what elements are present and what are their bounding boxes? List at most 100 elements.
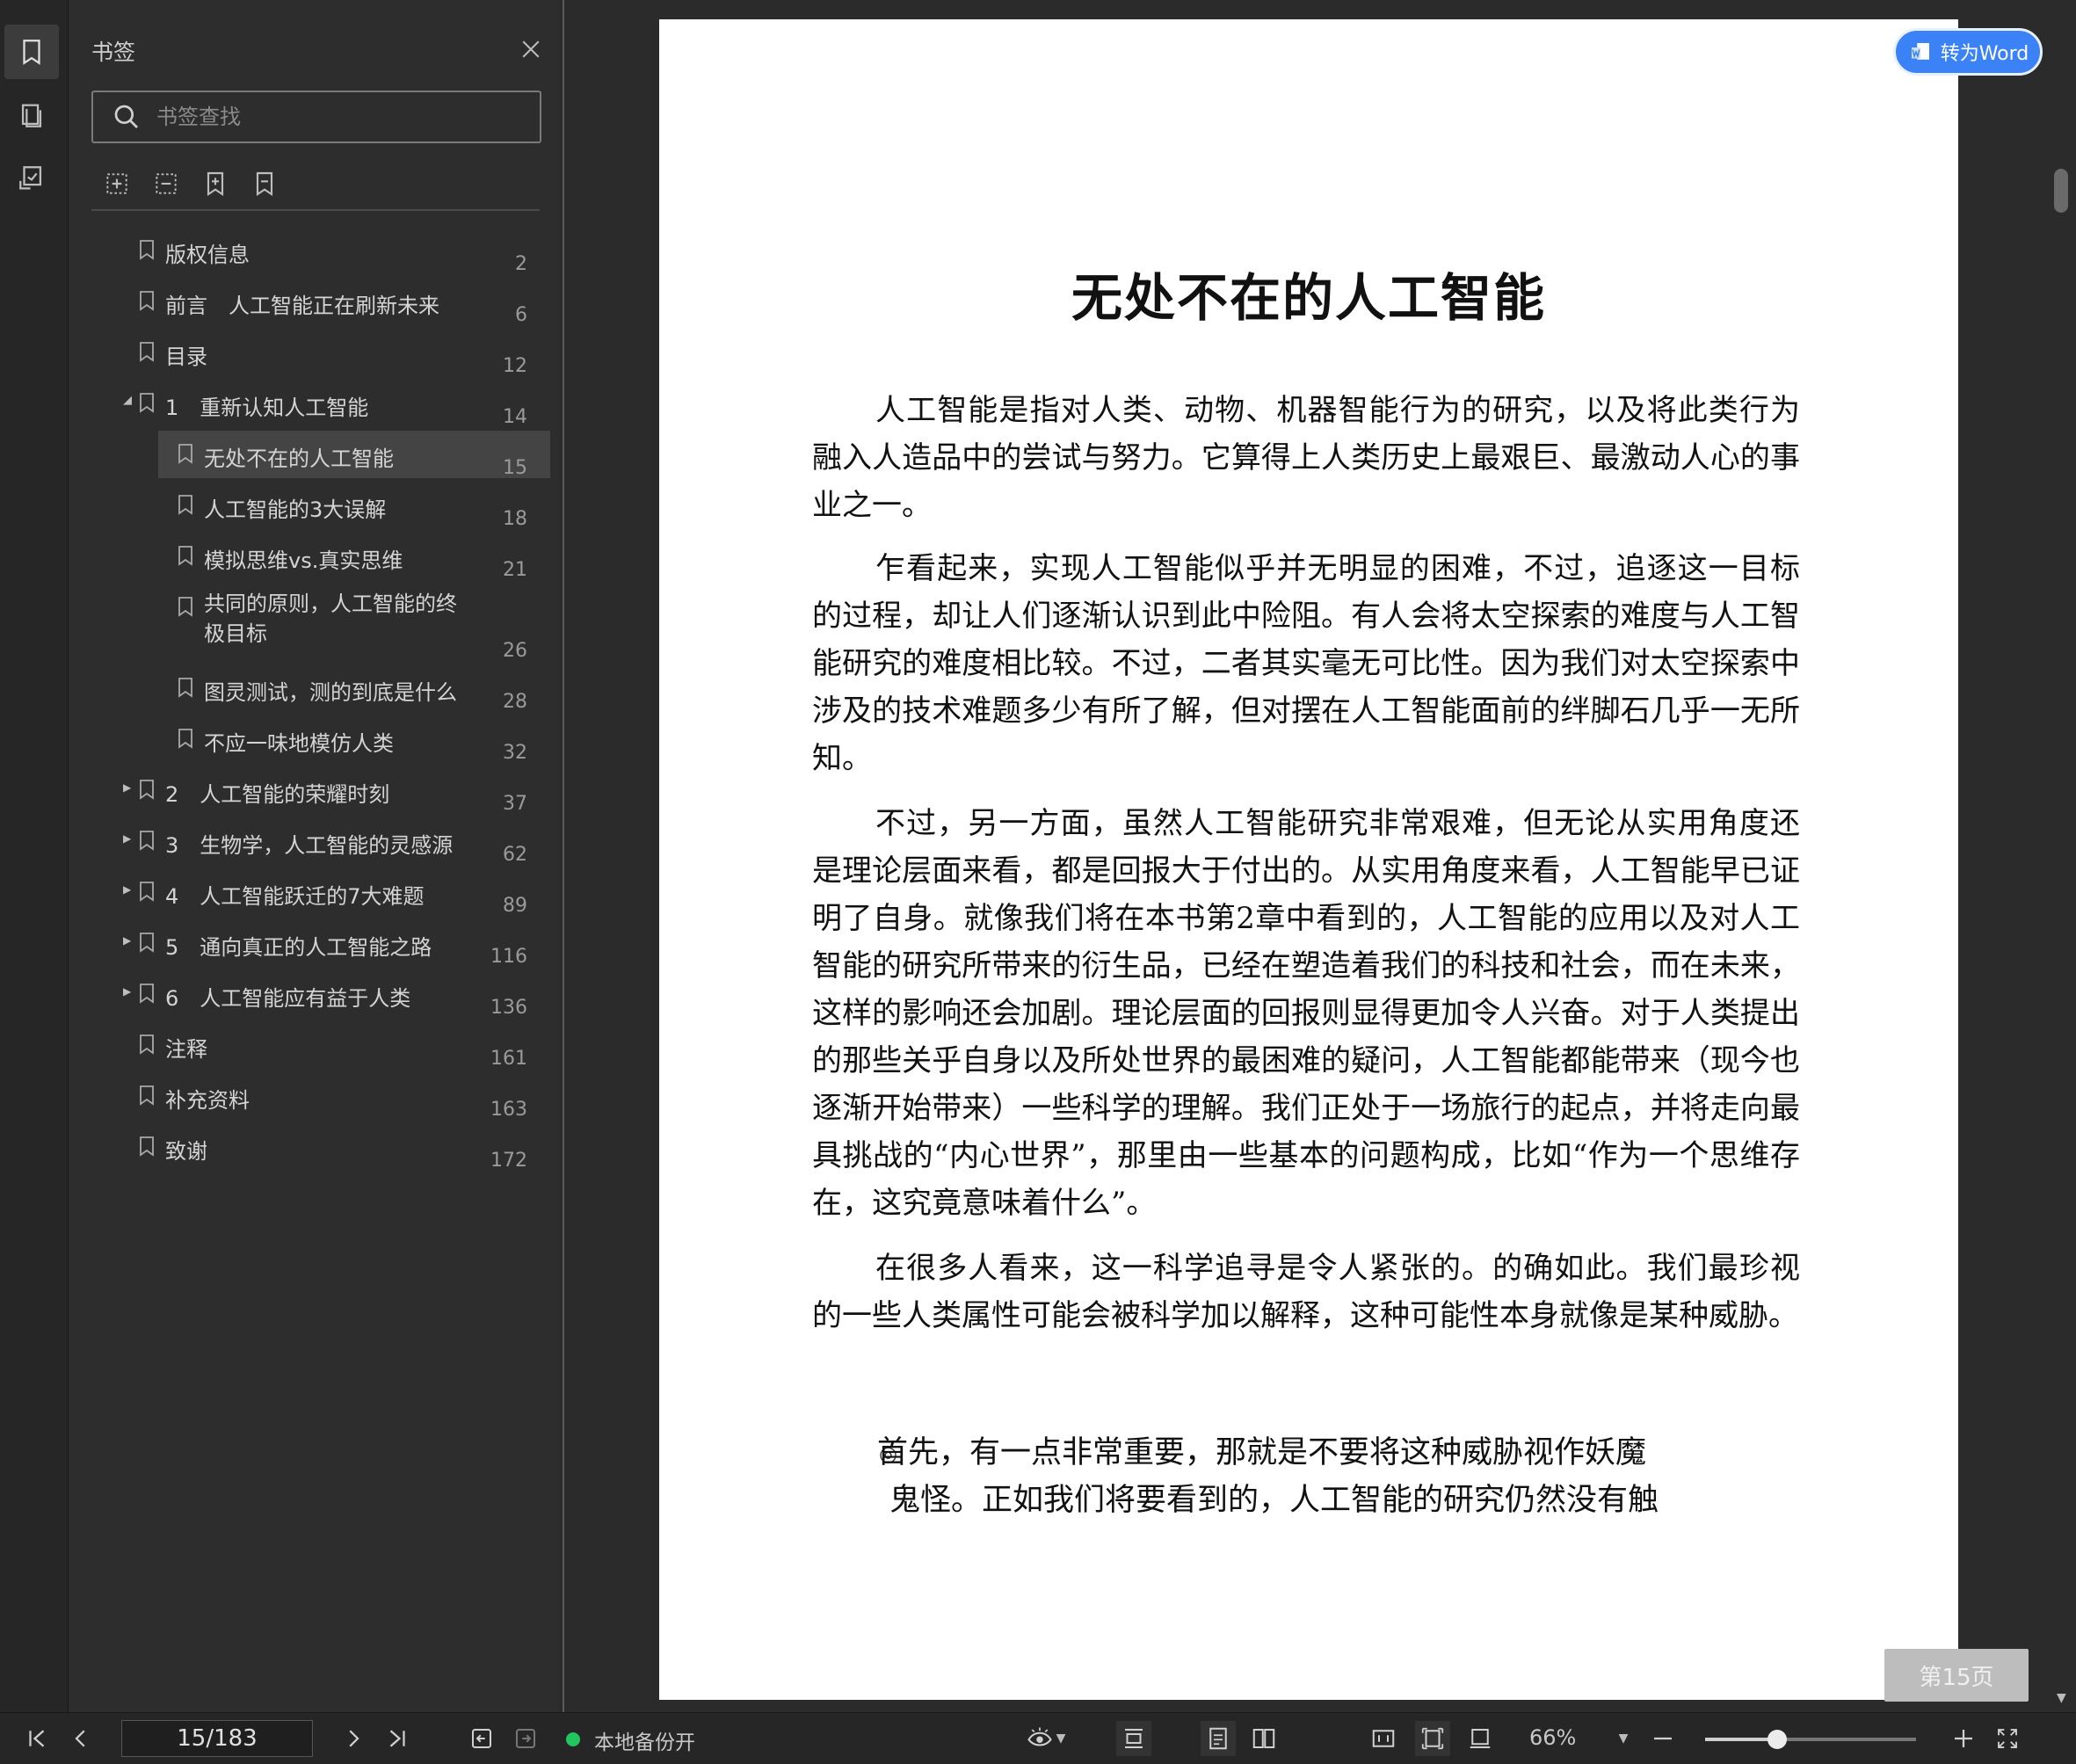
bookmark-page-number: 15 [503,457,527,479]
forward-button[interactable] [508,1721,543,1756]
last-page-button[interactable] [380,1721,415,1756]
caret-collapsed-icon[interactable]: ▶ [123,881,135,898]
scroll-down-arrow-icon[interactable]: ▼ [2057,1691,2066,1705]
fit-page-icon [1421,1727,1444,1750]
expand-all-button[interactable] [100,167,134,200]
bookmark-icon [140,780,154,800]
caret-collapsed-icon[interactable]: ▶ [123,779,135,796]
bookmark-page-number: 163 [490,1099,527,1121]
zoom-in-button[interactable] [1946,1721,1981,1756]
caret-collapsed-icon[interactable]: ▶ [123,932,135,949]
bookmark-item[interactable]: ▶ 5 通向真正的人工智能之路 116 [81,919,550,968]
bookmark-search-box[interactable] [91,91,541,143]
bookmark-page-number: 21 [503,559,527,581]
continuous-scroll-button[interactable] [1116,1721,1151,1756]
left-icon-rail [0,0,69,1712]
bookmark-item[interactable]: 人工智能的3大误解 18 [81,482,550,530]
bookmark-icon [178,678,192,698]
bookmark-item[interactable]: ◢ 1 重新认知人工智能 14 [81,380,550,428]
paragraph-2: 乍看起来，实现人工智能似乎并无明显的困难，不过，追逐这一目标的过程，却让人们逐渐… [812,551,1800,776]
bookmark-item[interactable]: ▶ 4 人工智能跃迁的7大难题 89 [81,868,550,917]
zoom-slider[interactable] [1705,1730,1916,1749]
eye-menu-chevron-icon[interactable]: ▼ [1053,1721,1069,1756]
bookmark-item[interactable]: 模拟思维vs.真实思维 21 [81,533,550,581]
bookmark-item[interactable]: 致谢 172 [81,1123,550,1172]
bookmark-label: 2 人工智能的荣耀时刻 [165,782,390,807]
bookmark-icon [140,1034,154,1055]
convert-to-word-button[interactable]: 转为Word [1893,28,2043,76]
bookmark-label: 版权信息 [165,243,250,267]
bookmark-label: 无处不在的人工智能 [204,446,394,471]
bookmark-icon [178,495,192,515]
bookmark-item[interactable]: 不应一味地模仿人类 32 [81,715,550,764]
bookmark-label: 3 生物学，人工智能的灵感源 [165,833,454,858]
double-page-button[interactable] [1246,1721,1281,1756]
bookmark-icon [140,882,154,902]
chevron-right-icon [349,1730,359,1747]
add-bookmark-button[interactable] [199,167,232,200]
panel-splitter[interactable] [563,0,564,1712]
bookmark-search-input[interactable] [155,98,527,136]
page-indicator-badge: 第15页 [1884,1649,2029,1702]
bookmark-icon [178,444,192,464]
zoom-menu-chevron-icon[interactable]: ▼ [1615,1721,1631,1756]
status-bar: 本地备份开 ▼ 66% ▼ [0,1712,2076,1764]
fullscreen-button[interactable] [1990,1721,2025,1756]
backup-status-label[interactable]: 本地备份开 [594,1725,695,1755]
delete-bookmark-button[interactable] [248,167,281,200]
caret-collapsed-icon[interactable]: ▶ [123,830,135,847]
bookmark-icon [140,393,154,413]
bookmark-item[interactable]: 图灵测试，测的到底是什么 28 [81,664,550,713]
bookmark-page-number: 18 [503,508,527,530]
bookmark-label: 6 人工智能应有益于人类 [165,986,411,1011]
continuous-scroll-icon [1125,1729,1143,1748]
first-page-icon [29,1730,45,1747]
convert-to-word-label: 转为Word [1940,43,2029,65]
thumbnail-tab-button[interactable] [4,88,59,142]
collapse-all-button[interactable] [149,167,183,200]
bookmark-item[interactable]: 补充资料 163 [81,1072,550,1121]
bookmark-tab-button[interactable] [4,25,59,79]
paragraph-1: 人工智能是指对人类、动物、机器智能行为的研究，以及将此类行为融入人造品中的尝试与… [812,393,1800,523]
fit-page-button[interactable] [1415,1721,1450,1756]
scrollbar-thumb[interactable] [2054,169,2068,213]
bookmark-page-number: 172 [490,1150,527,1172]
bookmark-item[interactable]: ▶ 6 人工智能应有益于人类 136 [81,970,550,1019]
bookmark-icon [140,342,154,362]
caret-collapsed-icon[interactable]: ▶ [123,983,135,1000]
bookmark-page-number: 136 [490,997,527,1019]
bookmark-label: 补充资料 [165,1088,250,1113]
bookmark-page-number: 12 [503,355,527,377]
bookmark-item[interactable]: 注释 161 [81,1021,550,1070]
bookmark-item[interactable]: ▶ 3 生物学，人工智能的灵感源 62 [81,817,550,866]
fullscreen-icon [1998,1729,2017,1748]
bookmark-item[interactable]: 共同的原则，人工智能的终极目标 26 [81,584,550,662]
bookmark-page-number: 116 [490,946,527,968]
next-page-button[interactable] [336,1721,371,1756]
first-page-button[interactable] [19,1721,54,1756]
bookmark-item[interactable]: 版权信息 2 [81,227,550,275]
annotation-tab-button[interactable] [4,151,59,206]
bookmark-icon [140,240,154,260]
bookmark-icon [140,1085,154,1106]
zoom-slider-knob[interactable] [1767,1730,1787,1749]
bookmark-item[interactable]: 无处不在的人工智能 15 [158,431,550,479]
fit-width-button[interactable] [1463,1721,1498,1756]
zoom-out-button[interactable] [1645,1721,1680,1756]
vertical-scrollbar[interactable] [2051,0,2076,1712]
bookmark-icon [178,597,192,617]
page-number-input[interactable] [121,1720,313,1757]
bookmark-item[interactable]: ▶ 2 人工智能的荣耀时刻 37 [81,766,550,815]
single-page-button[interactable] [1201,1721,1236,1756]
zoom-level-label[interactable]: 66% [1529,1725,1576,1750]
bookmark-item[interactable]: 目录 12 [81,329,550,377]
previous-page-button[interactable] [63,1721,98,1756]
back-button[interactable] [464,1721,499,1756]
close-panel-button[interactable] [513,32,548,67]
caret-expanded-icon[interactable]: ◢ [123,392,135,410]
actual-size-button[interactable] [1366,1721,1401,1756]
bookmark-item[interactable]: 前言 人工智能正在刷新未来 6 [81,278,550,326]
bookmark-page-number: 37 [503,793,527,815]
bookmark-label: 图灵测试，测的到底是什么 [204,680,457,705]
expand-all-icon [106,173,127,194]
